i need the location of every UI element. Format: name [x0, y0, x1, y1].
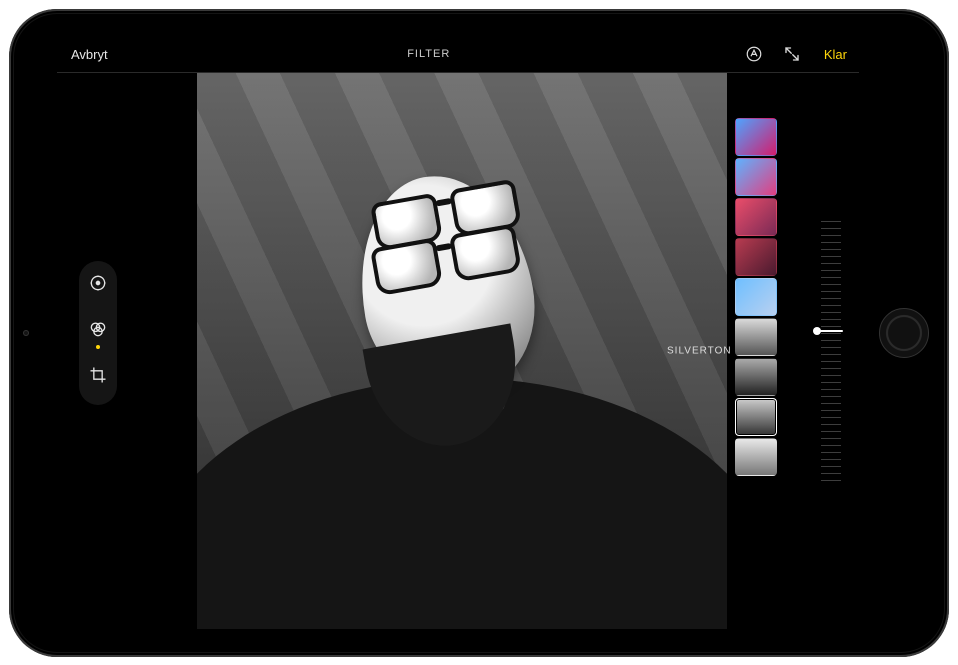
filter-thumbnail-strip[interactable]	[735, 118, 777, 584]
tool-pill	[79, 261, 117, 405]
filter-thumb[interactable]	[735, 158, 777, 196]
filters-dot	[96, 345, 100, 349]
edit-tool-rail	[57, 37, 197, 629]
adjust-dot	[96, 299, 100, 303]
filters-tool-icon[interactable]	[86, 317, 110, 341]
filter-thumb[interactable]	[735, 238, 777, 276]
slider-handle[interactable]	[819, 330, 843, 332]
selected-filter-label: SILVERTON	[667, 345, 732, 356]
crop-dot	[96, 391, 100, 395]
filter-thumb[interactable]	[735, 438, 777, 476]
markup-icon[interactable]	[744, 44, 764, 64]
mode-title: FILTER	[114, 48, 744, 60]
slider-ticks	[821, 221, 841, 481]
photo-preview[interactable]	[197, 73, 727, 629]
filter-thumb-selected[interactable]	[735, 398, 777, 436]
adjust-tool-icon[interactable]	[86, 271, 110, 295]
filter-thumb[interactable]	[735, 318, 777, 356]
filter-panel: SILVERTON	[727, 73, 859, 629]
app-screen: Avbryt FILTER Klar	[57, 37, 859, 629]
ipad-device-frame: Avbryt FILTER Klar	[9, 9, 949, 657]
crop-tool-icon[interactable]	[86, 363, 110, 387]
filter-thumb[interactable]	[735, 118, 777, 156]
filter-thumb[interactable]	[735, 358, 777, 396]
done-button[interactable]: Klar	[820, 41, 851, 68]
filter-thumb[interactable]	[735, 198, 777, 236]
front-camera-sensor	[23, 330, 29, 336]
fullscreen-icon[interactable]	[782, 44, 802, 64]
filter-intensity-slider[interactable]	[821, 221, 841, 481]
filter-thumb[interactable]	[735, 278, 777, 316]
home-button[interactable]	[879, 308, 929, 358]
